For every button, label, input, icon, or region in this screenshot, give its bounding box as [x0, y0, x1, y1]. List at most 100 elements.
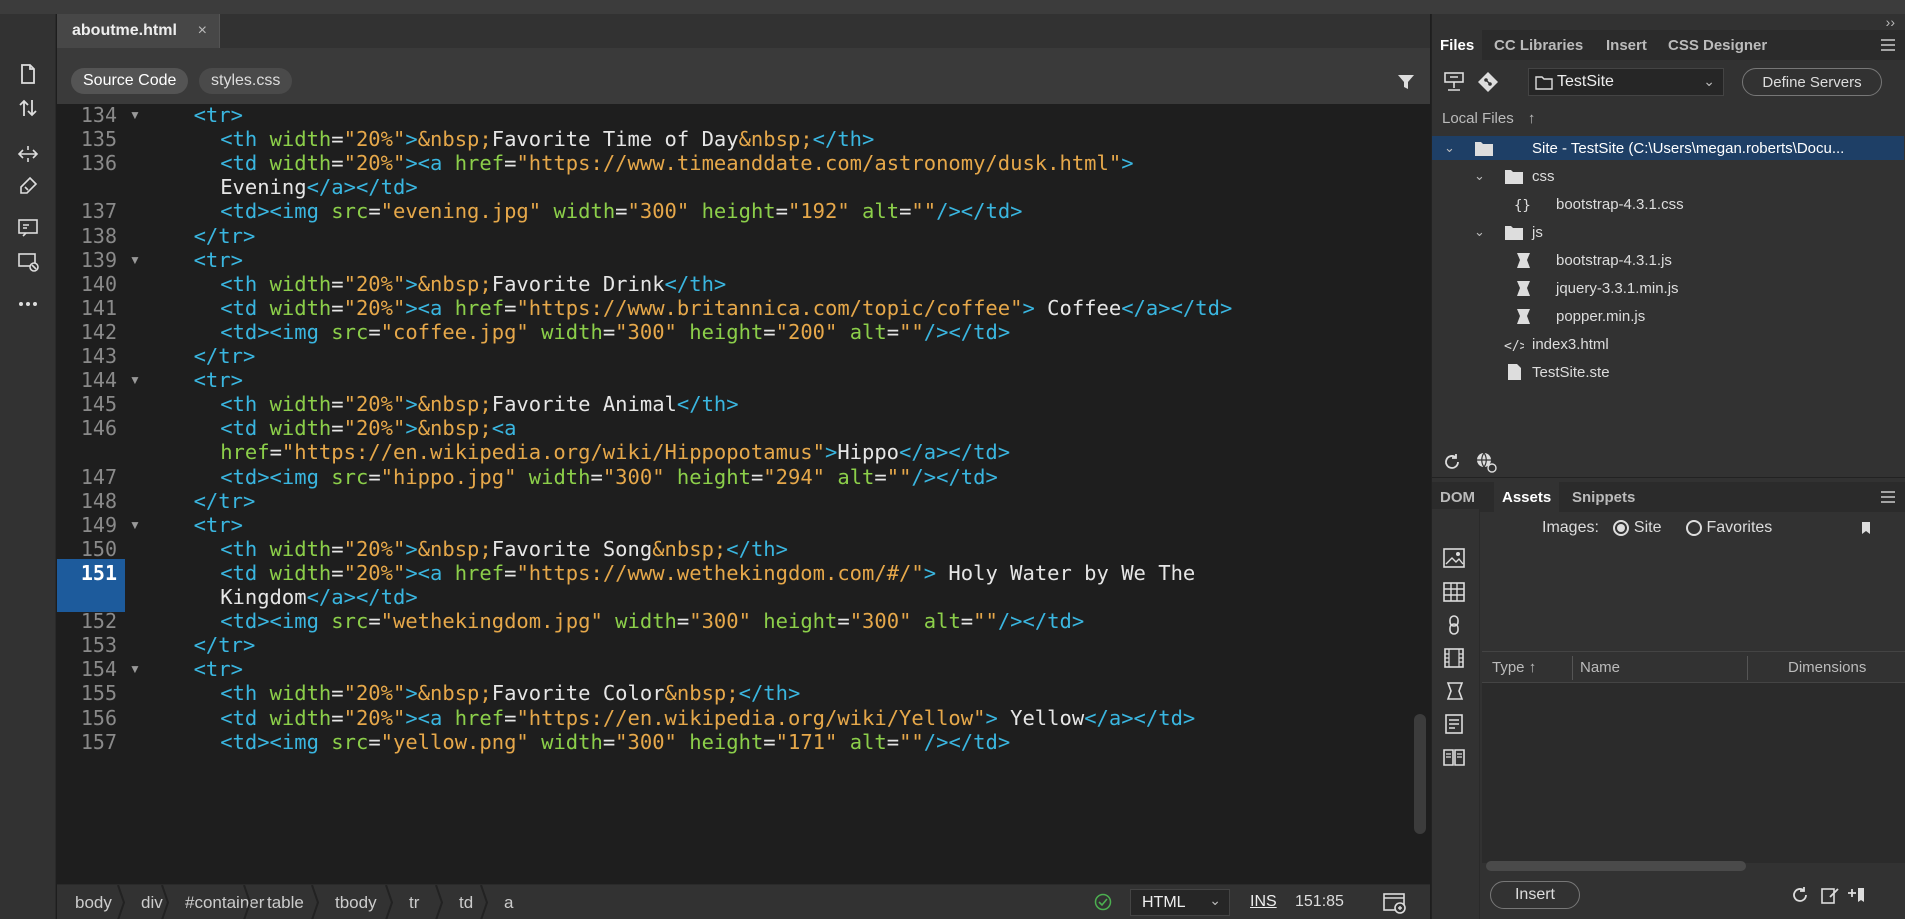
images-filter: Images: Site Favorites	[1542, 519, 1872, 537]
panel-menu-icon[interactable]	[1880, 38, 1896, 52]
radio-site[interactable]: Site	[1612, 519, 1662, 537]
file-icon	[1508, 364, 1521, 380]
bookmark-icon[interactable]	[1860, 521, 1872, 535]
svg-text:</>: </>	[1504, 339, 1524, 353]
script-icon[interactable]	[1442, 680, 1466, 702]
breadcrumb-item[interactable]: tr	[397, 885, 431, 919]
styles-css-button[interactable]: styles.css	[199, 68, 293, 94]
breadcrumb-item[interactable]: body	[63, 885, 124, 919]
document-tab[interactable]: aboutme.html ×	[57, 14, 220, 48]
file-tree-item[interactable]: ⌄ js	[1432, 220, 1904, 244]
link-icon[interactable]	[1442, 614, 1466, 636]
assets-table-header: Type ↑ Name Dimensions	[1482, 651, 1905, 683]
tab-css-designer[interactable]: CSS Designer	[1660, 30, 1775, 60]
git-icon[interactable]	[1476, 70, 1500, 94]
radio-site-indicator[interactable]	[1612, 520, 1629, 536]
refresh-icon[interactable]	[1790, 885, 1810, 905]
file-tree-label: TestSite.ste	[1532, 363, 1610, 381]
svg-text:{}: {}	[1514, 198, 1531, 213]
file-tree-item[interactable]: popper.min.js	[1432, 304, 1904, 328]
breadcrumb-item[interactable]: table	[255, 885, 316, 919]
tab-files[interactable]: Files	[1432, 30, 1483, 60]
breadcrumb-separator	[161, 885, 169, 919]
panel-menu-icon[interactable]	[1880, 490, 1896, 504]
add-to-favorites-icon[interactable]	[1846, 885, 1866, 905]
radio-favorites-indicator[interactable]	[1685, 520, 1702, 536]
col-type-label: Type	[1492, 659, 1525, 676]
language-select[interactable]: HTML ⌄	[1130, 889, 1230, 916]
local-files-header[interactable]: Local Files ↑	[1442, 110, 1535, 127]
line-number: 157	[80, 729, 117, 754]
tab-cc-libraries[interactable]: CC Libraries	[1486, 30, 1591, 60]
site-select-value: TestSite	[1557, 73, 1614, 90]
file-tree-item[interactable]: jquery-3.3.1.min.js	[1432, 276, 1904, 300]
col-type[interactable]: Type ↑	[1492, 659, 1536, 676]
close-icon[interactable]: ×	[198, 22, 207, 40]
get-put-icon[interactable]	[14, 94, 42, 122]
check-icon	[1094, 893, 1112, 911]
file-tree-label: js	[1532, 223, 1543, 241]
horizontal-scrollbar[interactable]	[1486, 861, 1746, 871]
folder-icon	[1475, 142, 1493, 156]
col-dimensions[interactable]: Dimensions	[1788, 659, 1866, 676]
define-servers-button[interactable]: Define Servers	[1742, 68, 1882, 96]
chevron-down-icon: ⌄	[1703, 73, 1715, 89]
remove-comment-icon[interactable]	[14, 248, 42, 276]
code-line[interactable]: 157 <td><img src="yellow.png" width="300"…	[57, 728, 1417, 757]
local-files-label: Local Files	[1442, 110, 1514, 127]
column-divider[interactable]	[1572, 656, 1573, 680]
chevron-down-icon[interactable]: ⌄	[1474, 224, 1485, 240]
file-tree-item[interactable]: ⌄ Site - TestSite (C:\Users\megan.roberts…	[1432, 136, 1904, 160]
comment-icon[interactable]	[14, 214, 42, 242]
refresh-icon[interactable]	[1442, 452, 1462, 472]
file-tree-label: bootstrap-4.3.1.css	[1556, 195, 1684, 213]
media-icon[interactable]	[1442, 647, 1466, 669]
insert-mode[interactable]: INS	[1250, 893, 1277, 911]
column-divider[interactable]	[1747, 656, 1748, 680]
collapse-panel-icon[interactable]: ››	[1886, 14, 1895, 30]
expand-collapse-icon[interactable]	[14, 140, 42, 168]
new-document-icon[interactable]	[14, 60, 42, 88]
insert-button[interactable]: Insert	[1490, 881, 1580, 909]
tab-dom[interactable]: DOM	[1432, 482, 1483, 512]
more-tools-icon[interactable]	[14, 290, 42, 318]
chevron-down-icon[interactable]: ⌄	[1444, 140, 1455, 156]
file-tree-item[interactable]: {} bootstrap-4.3.1.css	[1432, 192, 1904, 216]
breadcrumb-item[interactable]: a	[492, 885, 525, 919]
template-icon[interactable]	[1442, 713, 1466, 735]
chevron-down-icon[interactable]: ⌄	[1474, 168, 1485, 184]
source-code-button[interactable]: Source Code	[71, 68, 189, 94]
globe-sync-icon[interactable]	[1474, 450, 1498, 474]
breadcrumb-item[interactable]: tbody	[323, 885, 389, 919]
site-select[interactable]: TestSite ⌄	[1528, 68, 1724, 96]
tab-insert[interactable]: Insert	[1598, 30, 1655, 60]
color-grid-icon[interactable]	[1442, 581, 1466, 603]
assets-panel-tabs: DOM Assets Snippets	[1432, 482, 1905, 512]
col-name[interactable]: Name	[1580, 659, 1620, 676]
assets-list[interactable]	[1482, 683, 1905, 863]
file-tree-item[interactable]: TestSite.ste	[1432, 360, 1904, 384]
format-source-icon[interactable]	[14, 172, 42, 200]
file-tree-label: jquery-3.3.1.min.js	[1556, 279, 1679, 297]
file-tree-item[interactable]: </> index3.html	[1432, 332, 1904, 356]
tab-assets[interactable]: Assets	[1494, 482, 1560, 512]
library-icon[interactable]	[1442, 746, 1466, 768]
file-tree-item[interactable]: bootstrap-4.3.1.js	[1432, 248, 1904, 272]
sort-ascending-icon[interactable]: ↑	[1528, 110, 1536, 127]
code-text: <td><img src="yellow.png" width="300" he…	[220, 729, 1011, 754]
title-bar	[0, 0, 1905, 14]
radio-site-label: Site	[1633, 519, 1662, 536]
filter-icon[interactable]	[1396, 72, 1416, 92]
file-tree-label: bootstrap-4.3.1.js	[1556, 251, 1672, 269]
live-preview-icon[interactable]	[1382, 891, 1408, 915]
image-icon[interactable]	[1442, 547, 1466, 569]
connect-server-icon[interactable]	[1442, 70, 1466, 94]
radio-favorites[interactable]: Favorites	[1685, 519, 1772, 537]
folder-icon	[1505, 170, 1523, 184]
edit-icon[interactable]	[1820, 885, 1840, 905]
folder-icon	[1535, 76, 1553, 90]
file-tree-item[interactable]: ⌄ css	[1432, 164, 1904, 188]
tab-snippets[interactable]: Snippets	[1564, 482, 1643, 512]
code-editor[interactable]: 134 ▼ <tr> 135 <th width="20%">&nbsp;Favorit…	[57, 104, 1430, 884]
images-label: Images:	[1542, 519, 1599, 536]
